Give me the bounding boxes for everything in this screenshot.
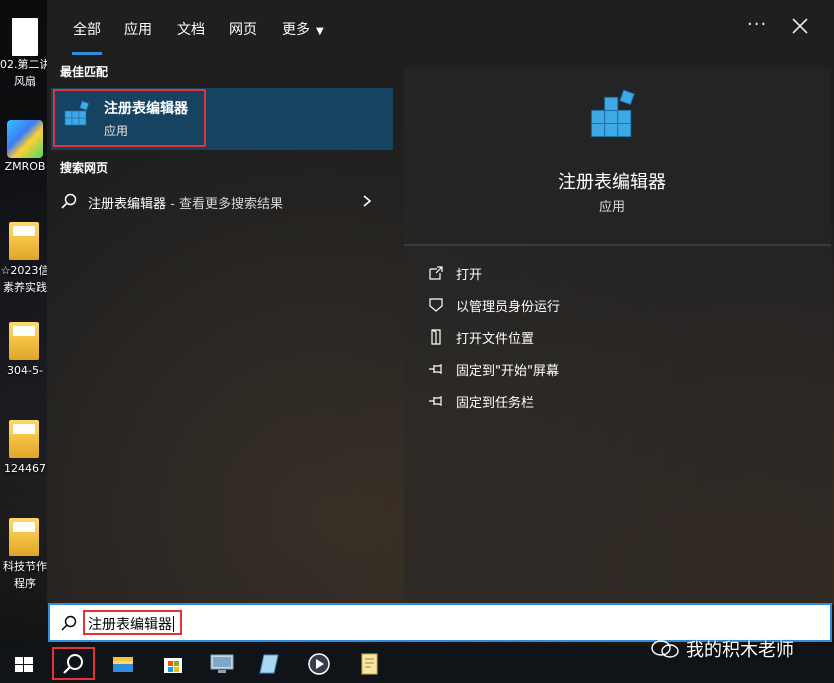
action-run-as-admin[interactable]: 以管理员身份运行 (424, 291, 804, 319)
action-label: 固定到任务栏 (456, 396, 535, 411)
action-open-file-location[interactable]: 打开文件位置 (424, 323, 804, 351)
file-explorer-icon (113, 657, 133, 672)
best-match-heading: 最佳匹配 (60, 65, 109, 79)
pin-icon (429, 364, 442, 374)
web-search-heading: 搜索网页 (60, 161, 109, 175)
desktop-icon-label: 风扇 (14, 75, 36, 88)
action-pin-to-start[interactable]: 固定到"开始"屏幕 (424, 355, 804, 383)
taskbar-notepad-app[interactable] (246, 645, 292, 683)
notepad-app-icon (259, 654, 279, 674)
taskbar-store[interactable] (150, 645, 196, 683)
start-button[interactable] (0, 645, 46, 683)
folder-icon (9, 322, 39, 360)
search-tabs: 全部 应用 文档 网页 更多 ▼ ··· (47, 0, 834, 56)
detail-app-name: 注册表编辑器 (558, 172, 666, 193)
app-shortcut-icon (7, 120, 43, 158)
more-options-button[interactable]: ··· (747, 14, 767, 35)
windows-start-icon (15, 657, 33, 672)
desktop-icon-label: ZMROB (4, 160, 46, 173)
wechat-logo-icon (651, 640, 679, 658)
close-icon[interactable] (790, 16, 810, 36)
media-player-icon (308, 653, 330, 675)
pin-icon (429, 396, 442, 406)
desktop-icon-folder[interactable]: 科技节作 程序 (0, 518, 50, 592)
action-pin-to-taskbar[interactable]: 固定到任务栏 (424, 387, 804, 415)
tab-apps[interactable]: 应用 (124, 19, 152, 39)
taskbar-notes[interactable] (346, 645, 392, 683)
desktop-icon-label: 素养实践 (3, 281, 47, 294)
best-match-name: 注册表编辑器 (104, 101, 188, 117)
desktop-icon-label: 124467 (4, 462, 46, 475)
folder-icon (9, 518, 39, 556)
desktop-icon-document[interactable]: 02.第二讲 风扇 (0, 18, 50, 90)
remote-desktop-icon (210, 654, 234, 673)
web-search-result[interactable]: 注册表编辑器 - 查看更多搜索结果 (51, 186, 393, 218)
search-input[interactable]: 注册表编辑器 (88, 614, 174, 634)
open-icon (429, 266, 443, 280)
shield-icon (429, 298, 443, 312)
registry-editor-icon (64, 100, 90, 126)
text-caret (173, 616, 174, 632)
tab-web[interactable]: 网页 (229, 19, 257, 39)
chevron-down-icon: ▼ (316, 26, 324, 37)
action-label: 打开 (456, 268, 483, 283)
divider (404, 244, 831, 246)
result-detail-pane: 注册表编辑器 应用 打开 以管理员身份运行 打开文件位置 固定到"开始"屏幕 固… (404, 68, 831, 605)
taskbar-remote-desktop[interactable] (198, 645, 244, 683)
annotation-highlight-box (52, 647, 95, 680)
desktop-icon-label: 程序 (14, 577, 36, 590)
tab-all[interactable]: 全部 (72, 19, 102, 55)
search-icon (61, 193, 77, 209)
action-label: 以管理员身份运行 (456, 300, 561, 315)
file-location-icon (431, 329, 441, 345)
folder-icon (9, 420, 39, 458)
document-file-icon (12, 18, 38, 56)
action-label: 固定到"开始"屏幕 (456, 364, 559, 379)
taskbar-media-player[interactable] (296, 645, 342, 683)
desktop-icon-label: 304-5- (7, 364, 43, 377)
search-icon (61, 615, 77, 631)
action-open[interactable]: 打开 (424, 259, 804, 287)
watermark: 我的积木老师 (650, 636, 794, 662)
web-search-text: 注册表编辑器 - 查看更多搜索结果 (88, 193, 283, 212)
desktop-icon-folder[interactable]: ☆2023信 素养实践 (0, 222, 50, 296)
detail-app-type: 应用 (598, 200, 625, 215)
action-label: 打开文件位置 (456, 332, 535, 347)
folder-icon (9, 222, 39, 260)
microsoft-store-icon (164, 658, 182, 673)
taskbar-file-explorer[interactable] (100, 645, 146, 683)
web-search-query: 注册表编辑器 (88, 197, 167, 212)
desktop-icon-label: 02.第二讲 (0, 58, 50, 71)
notes-file-icon (361, 653, 378, 675)
watermark-text: 我的积木老师 (686, 640, 794, 661)
tab-documents[interactable]: 文档 (177, 19, 205, 39)
registry-editor-icon (591, 89, 635, 137)
chevron-right-icon[interactable] (361, 194, 373, 208)
search-panel: 全部 应用 文档 网页 更多 ▼ ··· 最佳匹配 注册表编辑器 应用 搜索网页 … (47, 0, 834, 605)
desktop-icon-folder[interactable]: 124467 (0, 420, 50, 477)
best-match-type: 应用 (104, 124, 129, 138)
desktop-icon-folder[interactable]: 304-5- (0, 322, 50, 379)
tab-more-label: 更多 (282, 22, 310, 38)
desktop-icon-zmrobo[interactable]: ZMROB (0, 120, 50, 175)
desktop-icon-label: ☆2023信 (0, 264, 50, 277)
desktop-icon-label: 科技节作 (3, 560, 47, 573)
tab-more[interactable]: 更多 ▼ (282, 19, 324, 39)
web-search-suffix: - 查看更多搜索结果 (166, 197, 283, 212)
search-input-value: 注册表编辑器 (88, 617, 172, 633)
